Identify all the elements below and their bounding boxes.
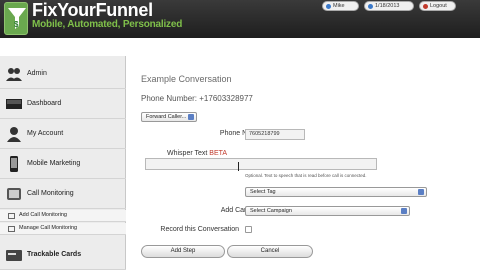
- sidebar-item-label: Trackable Cards: [27, 251, 82, 258]
- people-icon: [6, 68, 22, 81]
- forward-caller-value: Forward Caller...: [146, 114, 187, 120]
- sidebar-item-label: My Account: [27, 130, 64, 137]
- tag-select[interactable]: Select Tag: [245, 187, 427, 197]
- sidebar-subitem-label: Manage Call Monitoring: [19, 225, 78, 231]
- chevron-down-icon: [188, 114, 194, 120]
- sidebar-item-admin[interactable]: Admin: [0, 59, 126, 89]
- phone-number-display: Phone Number: +17603328977: [141, 94, 253, 103]
- user-icon: [7, 127, 21, 142]
- sidebar-item-mobile-marketing[interactable]: Mobile Marketing: [0, 149, 126, 179]
- sidebar-item-label: Mobile Marketing: [27, 160, 81, 167]
- sidebar-subitem-manage-call-monitoring[interactable]: Manage Call Monitoring: [0, 223, 126, 235]
- funnel-logo-icon: $: [4, 2, 28, 35]
- card-icon: [6, 250, 22, 261]
- sidebar-item-label: Call Monitoring: [27, 190, 74, 197]
- record-conversation-checkbox[interactable]: [245, 226, 252, 233]
- calendar-icon: [368, 3, 373, 9]
- user-icon: [326, 3, 331, 9]
- headset-icon: [7, 188, 21, 200]
- date-label: 1/18/2013: [375, 3, 400, 9]
- sidebar: Admin Dashboard My Account Mobile Market…: [0, 56, 126, 270]
- beta-badge: BETA: [209, 150, 228, 157]
- sidebar-item-trackable-cards[interactable]: Trackable Cards: [0, 240, 126, 270]
- whisper-text-field[interactable]: [145, 158, 377, 170]
- add-campaign-select[interactable]: Select Campaign: [245, 206, 410, 216]
- svg-text:$: $: [14, 20, 19, 29]
- top-header: $ FixYourFunnel Mobile, Automated, Perso…: [0, 0, 480, 38]
- logout-button[interactable]: Logout: [419, 1, 456, 11]
- add-step-button[interactable]: Add Step: [141, 245, 225, 258]
- date-button[interactable]: 1/18/2013: [364, 1, 414, 11]
- whisper-text-label-text: Whisper Text: [167, 150, 208, 157]
- whisper-text-label: Whisper Text BETA: [167, 150, 252, 157]
- sidebar-item-my-account[interactable]: My Account: [0, 119, 126, 149]
- dashboard-icon: [6, 99, 22, 109]
- power-icon: [423, 3, 428, 9]
- phone-icon: [10, 156, 18, 172]
- list-icon: [8, 213, 15, 219]
- logout-label: Logout: [430, 3, 447, 9]
- sidebar-item-call-monitoring[interactable]: Call Monitoring: [0, 179, 126, 209]
- sidebar-item-label: Admin: [27, 70, 47, 77]
- text-cursor-icon: [238, 162, 239, 171]
- phone-number-field[interactable]: 7605218799: [245, 129, 305, 140]
- page-title: Example Conversation: [141, 74, 232, 84]
- chevron-down-icon: [418, 189, 424, 195]
- sidebar-item-dashboard[interactable]: Dashboard: [0, 89, 126, 119]
- record-conversation-label: Record this Conversation: [160, 226, 239, 233]
- main-content: Example Conversation Phone Number: +1760…: [127, 56, 480, 270]
- sidebar-subitem-label: Add Call Monitoring: [19, 212, 67, 218]
- brand-tagline: Mobile, Automated, Personalized: [32, 19, 183, 30]
- sidebar-subitem-add-call-monitoring[interactable]: Add Call Monitoring: [0, 210, 126, 222]
- add-campaign-select-value: Select Campaign: [250, 208, 292, 214]
- cancel-button[interactable]: Cancel: [227, 245, 313, 258]
- sidebar-item-label: Dashboard: [27, 100, 62, 107]
- forward-caller-select[interactable]: Forward Caller...: [141, 112, 197, 122]
- whisper-helper-text: Optional. Text to speech that is read be…: [245, 173, 367, 178]
- app-root: $ FixYourFunnel Mobile, Automated, Perso…: [0, 0, 480, 270]
- list-icon: [8, 226, 15, 232]
- brand-title: FixYourFunnel: [32, 0, 153, 20]
- user-menu-button[interactable]: Mike: [322, 1, 359, 11]
- chevron-down-icon: [401, 208, 407, 214]
- user-menu-label: Mike: [333, 3, 345, 9]
- tag-select-value: Select Tag: [250, 189, 276, 195]
